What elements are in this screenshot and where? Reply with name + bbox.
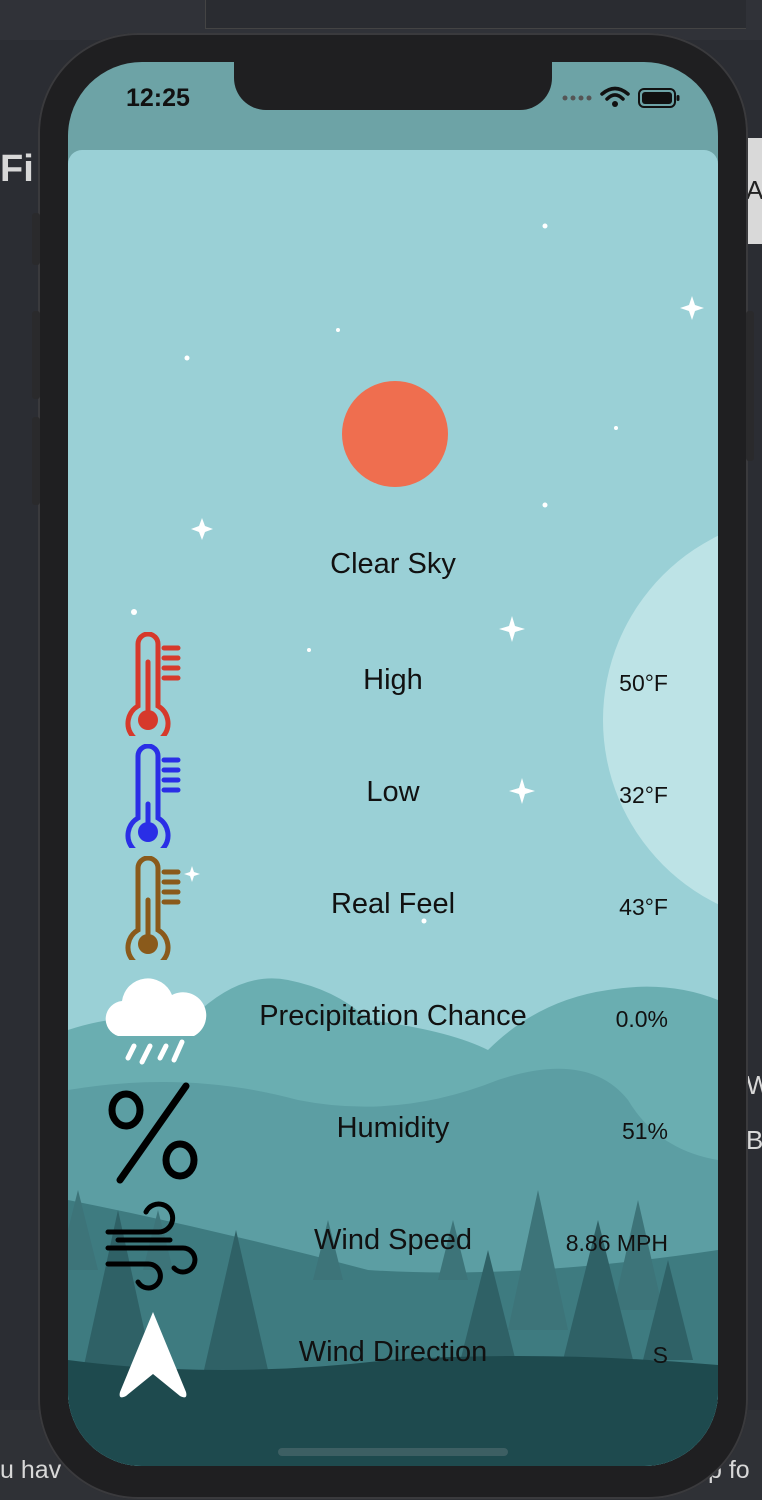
weather-value: 43°F xyxy=(619,894,668,920)
weather-row-humidity: Humidity 51% xyxy=(68,1076,718,1188)
weather-label: Low xyxy=(366,776,420,808)
background-text-w: W xyxy=(746,1070,762,1100)
wifi-icon xyxy=(600,86,630,107)
volume-down-button xyxy=(32,417,40,505)
weather-value: S xyxy=(652,1342,668,1368)
background-tab xyxy=(205,0,746,29)
background-text-b: B xyxy=(746,1125,762,1155)
weather-label: Real Feel xyxy=(330,888,456,920)
weather-label: Wind Direction xyxy=(298,1336,488,1368)
mute-switch xyxy=(32,213,40,265)
signal-icon xyxy=(562,95,592,101)
weather-row-low: Low 32°F xyxy=(68,740,718,852)
thermometer-feel-icon xyxy=(125,856,181,960)
percent-icon xyxy=(108,1082,198,1184)
weather-row-real-feel: Real Feel 43°F xyxy=(68,852,718,964)
notch xyxy=(234,62,552,110)
weather-label: Wind Speed xyxy=(314,1224,472,1256)
rain-cloud-icon xyxy=(105,978,207,1065)
power-button xyxy=(746,311,754,461)
sun-shape xyxy=(342,381,448,487)
status-time: 12:25 xyxy=(126,84,190,112)
home-indicator[interactable] xyxy=(278,1448,508,1456)
navigation-arrow-icon xyxy=(119,1312,187,1398)
weather-label: Humidity xyxy=(336,1112,450,1144)
weather-value: 32°F xyxy=(619,782,668,808)
weather-label: High xyxy=(363,664,423,696)
volume-up-button xyxy=(32,311,40,399)
wind-icon xyxy=(105,1201,198,1291)
status-bar: 12:25 xyxy=(68,62,718,150)
background-text-left: Fi xyxy=(0,148,34,190)
weather-value: 0.0% xyxy=(615,1006,668,1032)
weather-row-wind-direction: Wind Direction S xyxy=(68,1300,718,1412)
phone-screen: 12:25 Clear Sky High 50°F Low 32°F Real … xyxy=(68,62,718,1466)
weather-row-high: High 50°F xyxy=(68,628,718,740)
weather-row-wind-speed: Wind Speed 8.86 MPH xyxy=(68,1188,718,1300)
weather-value: 51% xyxy=(621,1118,668,1144)
weather-row-precipitation: Precipitation Chance 0.0% xyxy=(68,964,718,1076)
weather-value: 50°F xyxy=(619,670,668,696)
weather-value: 8.86 MPH xyxy=(565,1230,668,1256)
thermometer-high-icon xyxy=(125,632,181,736)
weather-condition: Clear Sky xyxy=(330,548,456,580)
background-footer-left: u hav xyxy=(0,1456,62,1484)
weather-sheet: Clear Sky High 50°F Low 32°F Real Feel 4… xyxy=(68,150,718,1466)
thermometer-low-icon xyxy=(125,744,181,848)
background-text-right: A xyxy=(746,175,762,205)
weather-label: Precipitation Chance xyxy=(259,1000,527,1032)
battery-icon xyxy=(638,88,680,108)
